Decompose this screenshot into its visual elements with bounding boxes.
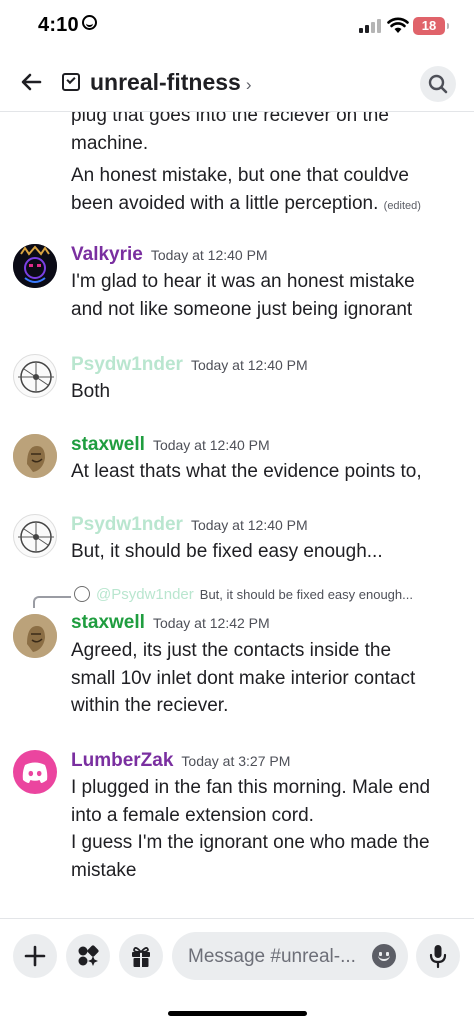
- message-author[interactable]: staxwell Today at 12:42 PM: [71, 612, 270, 634]
- message-input[interactable]: Message #unreal-...: [172, 932, 408, 980]
- discord-logo-icon: [22, 762, 48, 783]
- message-body: At least thats what the evidence points …: [71, 458, 463, 486]
- wifi-icon: [387, 17, 409, 33]
- channel-header: unreal-fitness ›: [0, 56, 474, 112]
- status-time: 4:10: [38, 14, 97, 37]
- message-line: machine.: [71, 132, 149, 154]
- gift-button[interactable]: [119, 934, 163, 978]
- message-line: I guess I'm the ignorant one who made th…: [71, 832, 430, 853]
- plus-icon: [24, 945, 46, 967]
- voice-message-button[interactable]: [416, 934, 460, 978]
- emoji-mouth: [378, 955, 390, 961]
- message-timestamp: Today at 12:42 PM: [152, 615, 270, 631]
- message-line: small 10v inlet dont make interior conta…: [71, 667, 416, 689]
- arrow-left-icon[interactable]: [18, 68, 46, 96]
- message-line: into a female extension cord.: [71, 804, 314, 826]
- avatar[interactable]: [13, 514, 57, 558]
- search-button[interactable]: [420, 66, 456, 102]
- avatar[interactable]: [13, 354, 57, 398]
- apps-button[interactable]: [66, 934, 110, 978]
- author-name: Psydw1nder: [71, 514, 183, 535]
- message-line: I'm glad to hear it was an honest mistak…: [71, 271, 415, 292]
- message-composer-bar: Message #unreal-...: [0, 918, 474, 1024]
- author-name: staxwell: [71, 434, 145, 455]
- message-line: At least thats what the evidence points …: [71, 461, 422, 482]
- message-body: plug that goes into the reciever on the …: [71, 112, 463, 220]
- message-body: But, it should be fixed easy enough...: [71, 538, 463, 566]
- message-body: Both: [71, 378, 463, 406]
- avatar-image: [13, 244, 57, 288]
- message-line: been avoided with a little perception. (…: [71, 190, 463, 221]
- message-line: plug that goes into the reciever on the: [71, 112, 389, 126]
- chevron-right-icon: ›: [245, 75, 252, 94]
- battery-icon: 18: [413, 17, 449, 35]
- message-line: Both: [71, 381, 111, 402]
- avatar[interactable]: [13, 750, 57, 794]
- gift-icon: [132, 947, 150, 967]
- message-line: within the reciever.: [71, 695, 229, 716]
- forum-channel-icon: [62, 73, 80, 91]
- message-line: and not like someone just being ignorant: [71, 298, 413, 320]
- message-line: mistake: [71, 859, 137, 881]
- message-timestamp: Today at 12:40 PM: [190, 357, 308, 373]
- avatar[interactable]: [13, 614, 57, 658]
- avatar-image: [18, 361, 54, 393]
- channel-title-text: unreal-fitness: [90, 69, 241, 95]
- author-name: Valkyrie: [71, 244, 143, 265]
- reply-preview: But, it should be fixed easy enough...: [199, 587, 413, 602]
- focus-mode-icon: [81, 15, 97, 30]
- reply-reference[interactable]: @Psydw1nder But, it should be fixed easy …: [74, 586, 413, 603]
- message-author[interactable]: Psydw1nder Today at 12:40 PM: [71, 514, 308, 536]
- message-line-text: been avoided with a little perception.: [71, 192, 379, 214]
- microphone-icon: [429, 945, 447, 969]
- channel-title[interactable]: unreal-fitness ›: [90, 69, 252, 96]
- message-timestamp: Today at 12:40 PM: [190, 517, 308, 533]
- avatar-image: [13, 614, 57, 658]
- message-body: I'm glad to hear it was an honest mistak…: [71, 268, 463, 323]
- author-name: LumberZak: [71, 750, 174, 771]
- message-body: Agreed, its just the contacts inside the…: [71, 637, 463, 720]
- battery-level: 18: [421, 18, 437, 33]
- message-author[interactable]: LumberZak Today at 3:27 PM: [71, 750, 290, 772]
- message-timestamp: Today at 3:27 PM: [181, 753, 291, 769]
- message-list[interactable]: plug that goes into the reciever on the …: [0, 112, 474, 918]
- reply-author: @Psydw1nder: [96, 586, 194, 603]
- avatar-image: [13, 434, 57, 478]
- avatar[interactable]: [13, 244, 57, 288]
- avatar[interactable]: [13, 434, 57, 478]
- author-name: Psydw1nder: [71, 354, 183, 375]
- apps-icon: [78, 945, 99, 966]
- message-line: I plugged in the fan this morning. Male …: [71, 777, 431, 798]
- emoji-icon[interactable]: [372, 944, 396, 968]
- status-bar: 4:10 18: [0, 0, 474, 52]
- message-timestamp: Today at 12:40 PM: [150, 247, 268, 263]
- home-indicator: [168, 1011, 307, 1016]
- avatar-image: [18, 521, 54, 553]
- message-line: Agreed, its just the contacts inside the: [71, 640, 392, 661]
- author-name: staxwell: [71, 612, 145, 633]
- add-attachment-button[interactable]: [13, 934, 57, 978]
- message-body: I plugged in the fan this morning. Male …: [71, 774, 463, 884]
- edited-label: (edited): [383, 199, 421, 212]
- status-time-text: 4:10: [38, 14, 79, 36]
- message-input-placeholder: Message #unreal-...: [188, 946, 356, 967]
- reply-avatar: [74, 586, 90, 602]
- message-author[interactable]: staxwell Today at 12:40 PM: [71, 434, 270, 456]
- message-author[interactable]: Valkyrie Today at 12:40 PM: [71, 244, 268, 266]
- message-author[interactable]: Psydw1nder Today at 12:40 PM: [71, 354, 308, 376]
- search-icon: [428, 74, 448, 94]
- reply-connector: [33, 596, 71, 608]
- message-line: But, it should be fixed easy enough...: [71, 541, 383, 562]
- message-timestamp: Today at 12:40 PM: [152, 437, 270, 453]
- message-line: An honest mistake, but one that couldve: [71, 165, 409, 186]
- cellular-signal-icon: [359, 19, 381, 33]
